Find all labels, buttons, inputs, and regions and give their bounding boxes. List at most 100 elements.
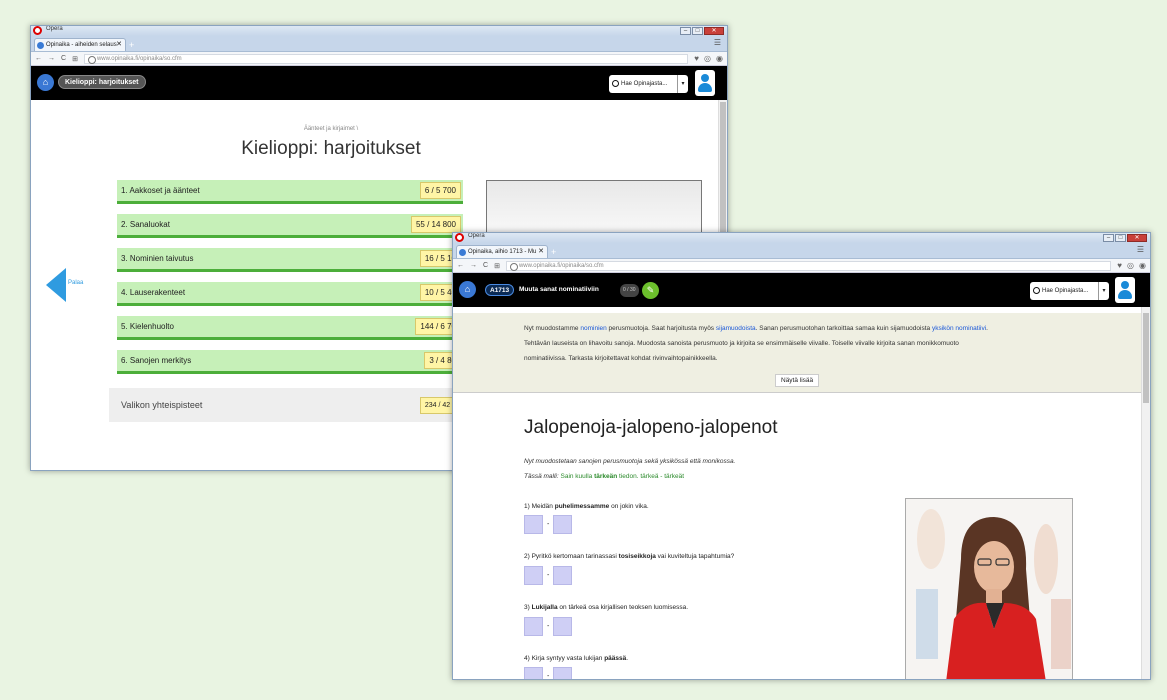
opera-logo-icon (33, 26, 42, 35)
browser-window-front[interactable]: Opera – □ ✕ Opinaika, aihio 1713 - Mu ✕ … (452, 232, 1151, 680)
chevron-down-icon[interactable]: ▾ (1098, 282, 1109, 300)
forward-icon[interactable]: → (470, 262, 477, 269)
minimize-icon[interactable]: – (1103, 234, 1114, 242)
intro-text: . Sanan perusmuotohan tarkoittaa samaa k… (755, 325, 932, 332)
home-icon[interactable]: ⌂ (459, 281, 476, 298)
heart-icon[interactable]: ♥ (694, 54, 699, 63)
woman-photo-illustration (906, 499, 1072, 679)
question-text: 2) Pyritkö kertomaan tarinassasi (524, 553, 619, 560)
account-icon[interactable]: ◉ (1139, 261, 1146, 270)
search-input[interactable]: Hae Opinajasta... ▾ (609, 75, 688, 93)
menu-item-label: 6. Sanojen merkitys (121, 356, 192, 365)
search-input[interactable]: Hae Opinajasta... ▾ (1030, 282, 1109, 300)
model-bold-word: tärkeän (594, 473, 618, 480)
question-bold-word: päässä (604, 655, 627, 662)
speed-dial-icon[interactable]: ⊞ (494, 262, 500, 270)
url-field[interactable]: www.opinaika.fi/opinaika/so.cfm (505, 260, 1112, 271)
tab-active[interactable]: Opinaika - aiheiden selaus ✕ (34, 38, 126, 51)
avatar[interactable] (695, 70, 715, 96)
question-text: on jokin vika. (609, 503, 649, 510)
question-text: 4) Kirja syntyy vasta lukijan (524, 655, 605, 662)
instructions-panel: Nyt muodostamme nominien perusmuotoja. S… (453, 313, 1142, 393)
woman-photo (905, 498, 1073, 679)
menu-item[interactable]: 6. Sanojen merkitys 3 / 4 80 (117, 350, 463, 374)
question: 2) Pyritkö kertomaan tarinassasi tosisei… (524, 553, 734, 560)
back-icon[interactable]: ← (457, 262, 464, 269)
tab-close-icon[interactable]: ✕ (116, 39, 122, 51)
back-label[interactable]: Palaa (68, 280, 83, 286)
model-example: Tässä malli: Sain kuulla tärkeän tiedon.… (524, 473, 684, 480)
reload-icon[interactable]: C (483, 262, 488, 269)
intro-text: Nyt muodostamme (524, 325, 581, 332)
answer-input-singular[interactable] (524, 515, 543, 534)
app-name: Opera (46, 26, 63, 32)
wrench-icon[interactable]: ✎ (642, 282, 659, 299)
answer-input-plural[interactable] (553, 617, 573, 636)
answer-row: - (524, 515, 573, 534)
illustration-image (486, 180, 702, 240)
menu-item-label: 5. Kielenhuolto (121, 322, 174, 331)
answer-input-singular[interactable] (524, 566, 543, 585)
home-icon[interactable]: ⌂ (37, 74, 54, 91)
menu-item[interactable]: 1. Aakkoset ja äänteet 6 / 5 700 (117, 180, 463, 204)
link-sijamuodoista[interactable]: sijamuodoista (716, 325, 756, 332)
tab-menu-icon[interactable]: ☰ (1137, 245, 1144, 254)
link-yksikon-nominatiivi[interactable]: yksikön nominatiivi (932, 325, 986, 332)
minimize-icon[interactable]: – (680, 27, 691, 35)
back-arrow-icon[interactable] (46, 268, 66, 302)
search-placeholder: Hae Opinajasta... (1042, 288, 1089, 294)
tab-menu-icon[interactable]: ☰ (714, 38, 721, 47)
close-icon[interactable]: ✕ (704, 27, 724, 35)
new-tab-icon[interactable]: + (551, 247, 556, 257)
close-icon[interactable]: ✕ (1127, 234, 1147, 242)
answer-input-singular[interactable] (524, 617, 543, 636)
question: 1) Meidän puhelimessamme on jokin vika. (524, 503, 649, 510)
vpn-icon[interactable]: ◎ (704, 54, 711, 63)
section-pill[interactable]: Kielioppi: harjoitukset (58, 75, 146, 89)
intro-text: nominatiivissa. Tarkasta kirjoitettavat … (524, 355, 718, 362)
link-nominien[interactable]: nominien (580, 325, 606, 332)
maximize-icon[interactable]: □ (692, 27, 703, 35)
tab-active[interactable]: Opinaika, aihio 1713 - Mu ✕ (456, 245, 548, 258)
menu-item-label: 3. Nominien taivutus (121, 254, 194, 263)
task-code-badge[interactable]: A1713 (485, 284, 515, 296)
heart-icon[interactable]: ♥ (1117, 261, 1122, 270)
answer-input-plural[interactable] (553, 515, 573, 534)
show-more-button[interactable]: Näytä lisää (775, 374, 820, 387)
url-field[interactable]: www.opinaika.fi/opinaika/so.cfm (83, 53, 689, 64)
task-count-badge: 0 / 30 (620, 284, 639, 297)
speed-dial-icon[interactable]: ⊞ (72, 55, 78, 63)
forward-icon[interactable]: → (48, 55, 55, 62)
maximize-icon[interactable]: □ (1115, 234, 1126, 242)
favicon-icon (37, 42, 44, 49)
scrollbar[interactable] (1141, 307, 1150, 679)
tab-title: Opinaika, aihio 1713 - Mu (468, 249, 537, 255)
instructions-text: Nyt muodostamme nominien perusmuotoja. S… (524, 321, 1084, 366)
address-bar: ← → C ⊞ www.opinaika.fi/opinaika/so.cfm … (453, 259, 1150, 273)
avatar[interactable] (1115, 277, 1135, 303)
menu-item[interactable]: 3. Nominien taivutus 16 / 5 10 (117, 248, 463, 272)
menu-item[interactable]: 5. Kielenhuolto 144 / 6 70 (117, 316, 463, 340)
page-title: Kielioppi: harjoitukset (241, 138, 421, 159)
scrollbar-thumb[interactable] (1143, 313, 1149, 403)
chevron-down-icon[interactable]: ▾ (677, 75, 688, 93)
answer-row: - (524, 566, 573, 585)
back-icon[interactable]: ← (35, 55, 42, 62)
breadcrumb[interactable]: Äänteet ja kirjaimet \ (231, 126, 431, 132)
vpn-icon[interactable]: ◎ (1127, 261, 1134, 270)
menu-item[interactable]: 2. Sanaluokat 55 / 14 800 (117, 214, 463, 238)
new-tab-icon[interactable]: + (129, 40, 134, 50)
answer-input-plural[interactable] (553, 566, 573, 585)
answer-input-singular[interactable] (524, 667, 543, 679)
window-controls: – □ ✕ (680, 27, 724, 35)
exercise-subtitle: Nyt muodostetaan sanojen perusmuotoja se… (524, 458, 736, 465)
address-actions: ♥ ◎ ◉ (1117, 261, 1146, 270)
answer-input-plural[interactable] (553, 667, 573, 679)
address-actions: ♥ ◎ ◉ (694, 54, 723, 63)
dash: - (547, 673, 550, 680)
account-icon[interactable]: ◉ (716, 54, 723, 63)
reload-icon[interactable]: C (61, 55, 66, 62)
menu-item[interactable]: 4. Lauserakenteet 10 / 5 40 (117, 282, 463, 306)
tab-close-icon[interactable]: ✕ (538, 246, 544, 258)
question-text: 3) (524, 604, 532, 611)
